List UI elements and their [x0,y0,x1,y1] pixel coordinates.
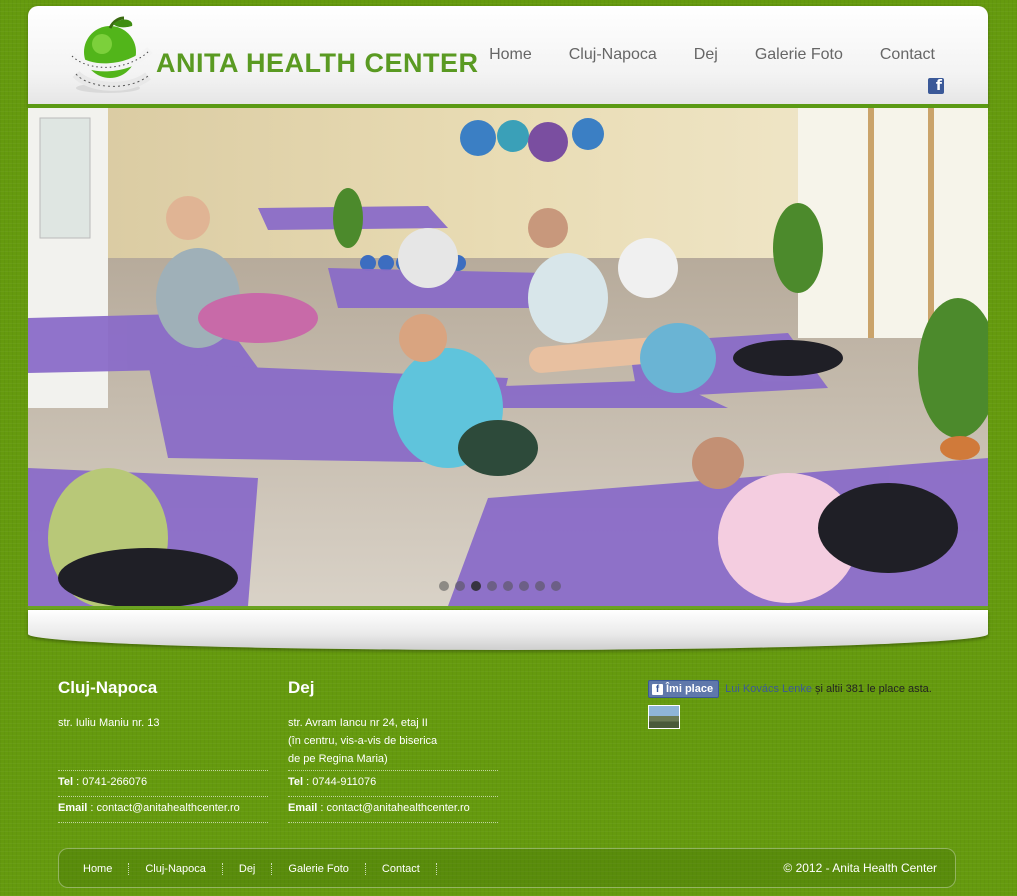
site-logo[interactable]: ANITA HEALTH CENTER [68,16,478,96]
footer-nav-home[interactable]: Home [83,863,130,875]
address-line: str. Avram Iancu nr 24, etaj II [288,717,428,729]
slider-dot[interactable] [455,581,465,591]
address-line: str. Iuliu Maniu nr. 13 [58,717,160,729]
address-line: (în centru, vis-a-vis de biserica [288,735,438,747]
site-header: ANITA HEALTH CENTER Home Cluj-Napoca Dej… [28,6,988,108]
image-slider [28,108,988,609]
friend-name-link[interactable]: Lui Kovács Lenke [725,683,812,695]
email-link[interactable]: contact@anitahealthcenter.ro [97,802,240,814]
slider-dot[interactable] [503,581,513,591]
location-dej: Dej str. Avram Iancu nr 24, etaj II (în … [288,678,498,823]
facebook-icon[interactable]: f [928,78,944,94]
slider-dot[interactable] [519,581,529,591]
nav-dej[interactable]: Dej [694,46,718,64]
copyright: © 2012 - Anita Health Center [783,861,937,875]
slider-pagination [439,581,561,591]
nav-contact[interactable]: Contact [880,46,935,64]
footer-nav-dej[interactable]: Dej [223,863,273,875]
email-label: Email [58,802,88,814]
nav-cluj-napoca[interactable]: Cluj-Napoca [569,46,657,64]
site-footer: Home Cluj-Napoca Dej Galerie Foto Contac… [58,848,956,888]
email-link[interactable]: contact@anitahealthcenter.ro [327,802,470,814]
apple-logo-icon [69,16,153,93]
footer-nav-contact[interactable]: Contact [366,863,437,875]
header-shelf [28,610,988,650]
slider-dot[interactable] [439,581,449,591]
phone-label: Tel [58,776,74,788]
facebook-f-icon: f [652,684,663,695]
location-cluj-napoca: Cluj-Napoca str. Iuliu Maniu nr. 13 Tel … [58,678,268,823]
email-label: Email [288,802,318,814]
location-title: Dej [288,678,315,697]
brand-name: ANITA HEALTH CENTER [156,48,479,78]
facebook-like-button[interactable]: f Îmi place [648,680,720,698]
slider-dot[interactable] [535,581,545,591]
nav-galerie-foto[interactable]: Galerie Foto [755,46,843,64]
phone-row: Tel : 0741-266076 [58,770,268,796]
main-nav: Home Cluj-Napoca Dej Galerie Foto Contac… [452,46,935,64]
footer-nav-cluj-napoca[interactable]: Cluj-Napoca [129,863,223,875]
location-title: Cluj-Napoca [58,678,158,697]
nav-home[interactable]: Home [489,46,532,64]
friend-avatar[interactable] [648,705,680,729]
slider-dot[interactable] [551,581,561,591]
email-row: Email : contact@anitahealthcenter.ro [288,796,498,823]
like-count-text: și altii 381 le place asta. [815,682,932,695]
location-address: str. Iuliu Maniu nr. 13 [58,714,268,770]
footer-nav: Home Cluj-Napoca Dej Galerie Foto Contac… [83,863,437,875]
fitness-class-photo [28,108,988,606]
phone-row: Tel : 0744-911076 [288,770,498,796]
slider-dot[interactable] [487,581,497,591]
slider-dot[interactable] [471,581,481,591]
footer-nav-galerie-foto[interactable]: Galerie Foto [272,863,366,875]
email-row: Email : contact@anitahealthcenter.ro [58,796,268,823]
facebook-like-box: f Îmi place Lui Kovács Lenke și altii 381… [648,680,932,698]
phone-value: 0741-266076 [82,776,148,788]
phone-label: Tel [288,776,304,788]
address-line: de pe Regina Maria) [288,753,388,765]
like-button-label: Îmi place [666,683,714,695]
phone-value: 0744-911076 [312,776,377,788]
location-address: str. Avram Iancu nr 24, etaj II (în cent… [288,714,498,770]
